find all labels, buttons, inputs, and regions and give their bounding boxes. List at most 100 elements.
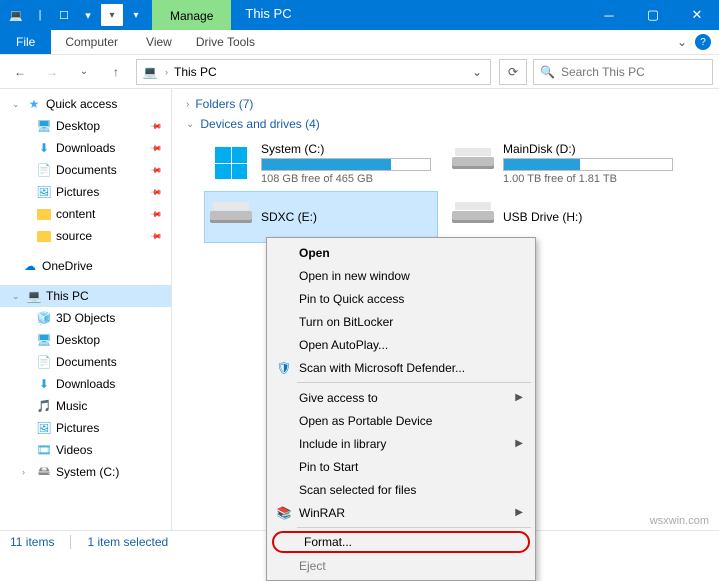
minimize-button[interactable]: ─ (587, 0, 631, 30)
drive-usb-h[interactable]: USB Drive (H:) (446, 191, 680, 243)
onedrive-icon: ☁ (22, 258, 38, 274)
sidebar-item-documents[interactable]: 📄Documents📌 (0, 159, 171, 181)
sidebar-item-source[interactable]: source📌 (0, 225, 171, 247)
drive-icon (451, 145, 495, 181)
sidebar-this-pc[interactable]: ⌄💻This PC (0, 285, 171, 307)
drive-name: MainDisk (D:) (503, 142, 675, 156)
help-icon[interactable]: ? (695, 34, 711, 50)
forward-button[interactable]: → (38, 59, 66, 85)
ctx-open[interactable]: Open (269, 241, 533, 264)
ribbon-collapse-icon[interactable]: ⌄ (677, 35, 687, 49)
up-button[interactable]: ↑ (102, 59, 130, 85)
navigation-pane: ⌄ ★ Quick access 🖥Desktop📌 ⬇Downloads📌 📄… (0, 89, 172, 530)
ctx-defender-scan[interactable]: 🛡Scan with Microsoft Defender... (269, 356, 533, 379)
breadcrumb[interactable]: This PC (174, 65, 462, 79)
ctx-include-library[interactable]: Include in library▶ (269, 432, 533, 455)
downloads-icon: ⬇ (36, 376, 52, 392)
drive-tools-tab[interactable]: Drive Tools (186, 30, 265, 54)
pc-icon: 💻 (141, 63, 159, 81)
address-dropdown-icon[interactable]: ⌄ (468, 65, 486, 79)
sidebar-item-3d-objects[interactable]: 🧊3D Objects (0, 307, 171, 329)
desktop-icon: 🖥 (36, 332, 52, 348)
ctx-open-new-window[interactable]: Open in new window (269, 264, 533, 287)
window-controls: ─ ▢ ✕ (587, 0, 719, 30)
qat-separator: | (29, 4, 51, 26)
sidebar-item-pictures[interactable]: 🖼Pictures📌 (0, 181, 171, 203)
computer-tab[interactable]: Computer (51, 30, 132, 54)
properties-icon[interactable]: ☐ (53, 4, 75, 26)
sidebar-item-videos[interactable]: 🎞Videos (0, 439, 171, 461)
ctx-pin-start[interactable]: Pin to Start (269, 455, 533, 478)
ctx-portable-device[interactable]: Open as Portable Device (269, 409, 533, 432)
address-bar[interactable]: 💻 › This PC ⌄ (136, 59, 491, 85)
pc-icon[interactable]: 💻 (5, 4, 27, 26)
drive-sdxc-e[interactable]: SDXC (E:) (204, 191, 438, 243)
window-titlebar: 💻 | ☐ ▾ ▾ ▾ Manage This PC ─ ▢ ✕ (0, 0, 719, 30)
pc-icon: 💻 (26, 288, 42, 304)
qat-dropdown-icon[interactable]: ▾ (77, 4, 99, 26)
expand-icon[interactable]: › (22, 467, 32, 477)
sidebar-item-desktop-2[interactable]: 🖥Desktop (0, 329, 171, 351)
window-title: This PC (231, 0, 587, 30)
new-folder-icon[interactable]: ▾ (101, 4, 123, 26)
ctx-format[interactable]: Format... (272, 531, 530, 553)
objects-icon: 🧊 (36, 310, 52, 326)
ctx-give-access[interactable]: Give access to▶ (269, 386, 533, 409)
ctx-bitlocker[interactable]: Turn on BitLocker (269, 310, 533, 333)
pin-icon: 📌 (149, 163, 162, 176)
sidebar-item-music[interactable]: 🎵Music (0, 395, 171, 417)
back-button[interactable]: ← (6, 59, 34, 85)
sidebar-item-system-c[interactable]: ›🖴System (C:) (0, 461, 171, 483)
drive-icon: 🖴 (36, 464, 52, 480)
sidebar-item-pictures-2[interactable]: 🖼Pictures (0, 417, 171, 439)
ctx-scan-selected[interactable]: Scan selected for files (269, 478, 533, 501)
manage-label: Manage (170, 10, 213, 22)
drive-icon (451, 199, 495, 235)
pin-icon: 📌 (149, 229, 162, 242)
submenu-arrow-icon: ▶ (515, 438, 523, 449)
refresh-button[interactable]: ⟳ (499, 59, 527, 85)
pin-icon: 📌 (149, 141, 162, 154)
drives-head-label: Devices and drives (4) (200, 117, 319, 131)
sidebar-item-documents-2[interactable]: 📄Documents (0, 351, 171, 373)
drive-maindisk-d[interactable]: MainDisk (D:) 1.00 TB free of 1.81 TB (446, 137, 680, 189)
drive-system-c[interactable]: System (C:) 108 GB free of 465 GB (204, 137, 438, 189)
drives-group-header[interactable]: ⌄ Devices and drives (4) (186, 117, 705, 131)
folders-group-header[interactable]: › Folders (7) (186, 97, 705, 111)
pin-icon: 📌 (149, 119, 162, 132)
addr-chevron-icon[interactable]: › (165, 67, 168, 77)
sidebar-onedrive[interactable]: ☁OneDrive (0, 255, 171, 277)
desktop-icon: 🖥 (36, 118, 52, 134)
ctx-pin-quick-access[interactable]: Pin to Quick access (269, 287, 533, 310)
folder-icon (36, 206, 52, 222)
expand-icon[interactable]: ⌄ (12, 99, 22, 110)
history-dropdown-icon[interactable]: ⌄ (70, 59, 98, 85)
winrar-icon: 📚 (275, 504, 293, 522)
ctx-autoplay[interactable]: Open AutoPlay... (269, 333, 533, 356)
watermark: wsxwin.com (650, 515, 709, 527)
file-tab[interactable]: File (0, 30, 51, 54)
manage-contextual-tab[interactable]: Manage (152, 0, 231, 30)
ctx-winrar[interactable]: 📚WinRAR▶ (269, 501, 533, 524)
chevron-right-icon[interactable]: › (186, 99, 189, 110)
status-divider (70, 535, 71, 549)
documents-icon: 📄 (36, 354, 52, 370)
sidebar-item-downloads[interactable]: ⬇Downloads📌 (0, 137, 171, 159)
star-icon: ★ (26, 96, 42, 112)
close-button[interactable]: ✕ (675, 0, 719, 30)
capacity-bar (503, 158, 673, 171)
sidebar-quick-access[interactable]: ⌄ ★ Quick access (0, 93, 171, 115)
sidebar-item-content[interactable]: content📌 (0, 203, 171, 225)
sidebar-item-downloads-2[interactable]: ⬇Downloads (0, 373, 171, 395)
search-input[interactable]: 🔍 Search This PC (533, 59, 713, 85)
chevron-down-icon[interactable]: ⌄ (186, 119, 194, 130)
music-icon: 🎵 (36, 398, 52, 414)
qat-overflow-icon[interactable]: ▾ (125, 4, 147, 26)
sidebar-item-desktop[interactable]: 🖥Desktop📌 (0, 115, 171, 137)
expand-icon[interactable]: ⌄ (12, 291, 22, 302)
drive-name: USB Drive (H:) (503, 210, 675, 224)
maximize-button[interactable]: ▢ (631, 0, 675, 30)
drive-name: System (C:) (261, 142, 433, 156)
ctx-eject[interactable]: Eject (269, 554, 533, 577)
view-tab[interactable]: View (132, 30, 186, 54)
